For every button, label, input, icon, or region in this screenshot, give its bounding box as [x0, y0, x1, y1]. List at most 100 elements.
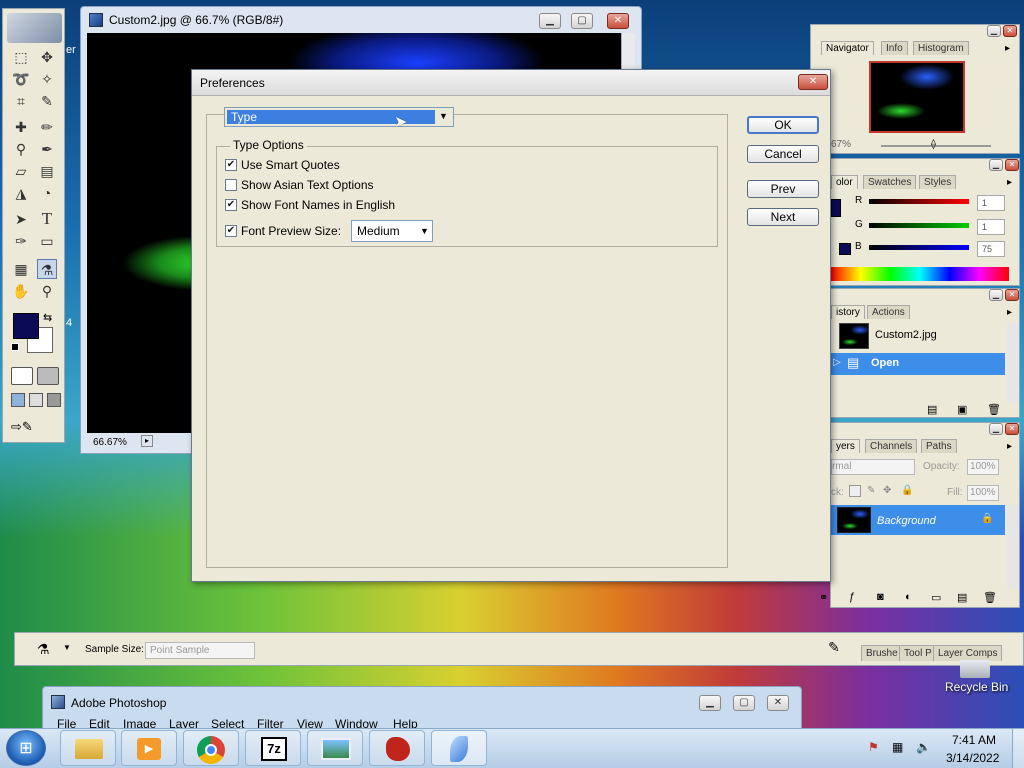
- standard-mode-icon[interactable]: [11, 367, 33, 385]
- adjustment-layer-icon[interactable]: ◐: [905, 591, 912, 603]
- chevron-down-icon[interactable]: ▼: [439, 111, 448, 121]
- tool-preset-dropdown-icon[interactable]: ▼: [63, 643, 71, 652]
- sample-size-select[interactable]: Point Sample: [145, 642, 255, 659]
- font-names-english-checkbox[interactable]: ✔: [225, 199, 237, 211]
- explorer-icon[interactable]: [60, 730, 116, 766]
- show-desktop-button[interactable]: [1012, 729, 1024, 768]
- color-bg-swatch[interactable]: [839, 243, 851, 255]
- tab-navigator[interactable]: Navigator: [821, 41, 874, 55]
- tray-network-icon[interactable]: ▦: [892, 740, 903, 754]
- opacity-input[interactable]: 100%: [967, 459, 999, 475]
- panel-menu-icon[interactable]: ▸: [1005, 43, 1010, 54]
- color-close-button[interactable]: ✕: [1005, 159, 1019, 171]
- slice-tool-icon[interactable]: ✎: [37, 91, 57, 111]
- chrome-icon[interactable]: [183, 730, 239, 766]
- tab-info[interactable]: Info: [881, 41, 908, 55]
- jump-to-imageready-icon[interactable]: ⇨✎: [11, 419, 59, 437]
- new-snapshot-icon[interactable]: ▣: [957, 403, 967, 416]
- well-tab-brushes[interactable]: Brushe: [861, 645, 903, 661]
- new-document-from-state-icon[interactable]: ▤: [927, 403, 937, 416]
- new-group-icon[interactable]: ▭: [931, 591, 941, 604]
- photo-viewer-icon[interactable]: [307, 730, 363, 766]
- lock-all-icon[interactable]: 🔒: [901, 485, 913, 496]
- screen-mode-full-icon[interactable]: [47, 393, 61, 407]
- dodge-tool-icon[interactable]: ◔: [37, 183, 57, 203]
- tab-swatches[interactable]: Swatches: [863, 175, 917, 189]
- history-minimize-button[interactable]: ▁: [989, 289, 1003, 301]
- tab-layers[interactable]: yers: [831, 439, 860, 453]
- font-preview-size-select[interactable]: Medium ▼: [351, 220, 433, 242]
- quickmask-mode-icon[interactable]: [37, 367, 59, 385]
- nav-close-button[interactable]: ✕: [1003, 25, 1017, 37]
- layers-scrollbar[interactable]: [1007, 505, 1019, 589]
- magic-wand-icon[interactable]: ✧: [37, 69, 57, 89]
- marquee-tool-icon[interactable]: ⬚: [11, 47, 31, 67]
- slider-thumb-icon[interactable]: ⟠: [931, 139, 936, 150]
- delete-layer-icon[interactable]: 🗑: [983, 591, 997, 604]
- layers-close-button[interactable]: ✕: [1005, 423, 1019, 435]
- color-spectrum-bar[interactable]: [831, 267, 1009, 281]
- g-value[interactable]: 1: [977, 219, 1005, 235]
- screen-mode-menu-icon[interactable]: [29, 393, 43, 407]
- start-button[interactable]: ⊞: [6, 730, 46, 766]
- delete-state-icon[interactable]: 🗑: [987, 403, 1001, 416]
- tab-channels[interactable]: Channels: [865, 439, 918, 453]
- image-maximize-button[interactable]: ▢: [571, 13, 593, 29]
- screen-mode-standard-icon[interactable]: [11, 393, 25, 407]
- default-colors-icon[interactable]: [11, 343, 19, 351]
- well-tab-layer-comps[interactable]: Layer Comps: [933, 645, 1003, 661]
- font-preview-checkbox[interactable]: ✔: [225, 225, 237, 237]
- clone-stamp-icon[interactable]: ⚲: [11, 139, 31, 159]
- ps-close-button[interactable]: ✕: [767, 695, 789, 711]
- blend-mode-select[interactable]: rmal: [831, 459, 915, 475]
- history-scrollbar[interactable]: [1007, 323, 1019, 403]
- taskbar-time[interactable]: 7:41 AM: [952, 733, 996, 747]
- color-minimize-button[interactable]: ▁: [989, 159, 1003, 171]
- panel-menu-icon[interactable]: ▸: [1007, 177, 1012, 188]
- eraser-tool-icon[interactable]: ▱: [11, 161, 31, 181]
- lock-image-icon[interactable]: ✎: [867, 485, 875, 496]
- palette-well-icon[interactable]: ✎: [823, 639, 845, 661]
- app-red-icon[interactable]: [369, 730, 425, 766]
- r-slider[interactable]: [869, 199, 969, 204]
- navigator-zoom[interactable]: 67%: [831, 139, 851, 150]
- hand-tool-icon[interactable]: ✋: [11, 281, 31, 301]
- zoom-level[interactable]: 66.67%: [93, 437, 127, 448]
- cancel-button[interactable]: Cancel: [747, 145, 819, 163]
- options-eyedropper-icon[interactable]: ⚗: [37, 641, 50, 658]
- recycle-bin-label[interactable]: Recycle Bin: [945, 680, 1008, 694]
- preferences-close-button[interactable]: ✕: [798, 74, 828, 90]
- history-brush-source-icon[interactable]: ▷: [833, 357, 841, 368]
- history-close-button[interactable]: ✕: [1005, 289, 1019, 301]
- asian-text-checkbox[interactable]: [225, 179, 237, 191]
- smart-quotes-label[interactable]: Use Smart Quotes: [241, 158, 340, 172]
- tray-volume-icon[interactable]: 🔈: [916, 740, 931, 754]
- layer-style-icon[interactable]: ƒ: [849, 591, 855, 603]
- history-snapshot-name[interactable]: Custom2.jpg: [875, 329, 937, 341]
- ps-minimize-button[interactable]: ▁: [699, 695, 721, 711]
- foreground-color-swatch[interactable]: [13, 313, 39, 339]
- path-select-icon[interactable]: ➤: [11, 209, 31, 229]
- link-layers-icon[interactable]: ⚭: [819, 591, 828, 604]
- asian-text-label[interactable]: Show Asian Text Options: [241, 178, 374, 192]
- b-slider[interactable]: [869, 245, 969, 250]
- layer-mask-icon[interactable]: ◙: [877, 591, 884, 603]
- panel-menu-icon[interactable]: ▸: [1007, 441, 1012, 452]
- next-button[interactable]: Next: [747, 208, 819, 226]
- zoom-tool-icon[interactable]: ⚲: [37, 281, 57, 301]
- eyedropper-tool-icon[interactable]: ⚗: [37, 259, 57, 279]
- new-layer-icon[interactable]: ▤: [957, 591, 967, 604]
- tab-styles[interactable]: Styles: [919, 175, 957, 189]
- font-names-english-label[interactable]: Show Font Names in English: [241, 198, 395, 212]
- color-fg-swatch[interactable]: [831, 199, 841, 217]
- b-value[interactable]: 75: [977, 241, 1005, 257]
- layers-minimize-button[interactable]: ▁: [989, 423, 1003, 435]
- g-slider[interactable]: [869, 223, 969, 228]
- lock-position-icon[interactable]: ✥: [883, 485, 891, 496]
- history-brush-icon[interactable]: ✒: [37, 139, 57, 159]
- status-arrow-icon[interactable]: ▸: [141, 435, 153, 447]
- feather-logo-icon[interactable]: [7, 13, 62, 43]
- image-minimize-button[interactable]: ▁: [539, 13, 561, 29]
- smart-quotes-checkbox[interactable]: ✔: [225, 159, 237, 171]
- history-step-name[interactable]: Open: [871, 357, 899, 369]
